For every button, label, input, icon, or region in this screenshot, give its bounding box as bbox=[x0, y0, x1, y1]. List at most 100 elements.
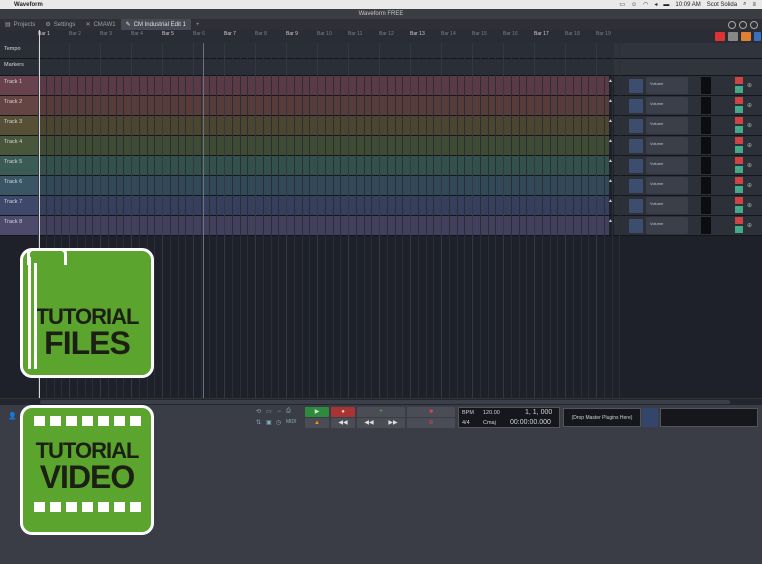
solo-button[interactable] bbox=[735, 186, 743, 193]
output-icon[interactable]: ⊕ bbox=[747, 182, 752, 189]
track-name[interactable]: Track 5 bbox=[4, 159, 22, 165]
solo-button[interactable] bbox=[735, 106, 743, 113]
output-icon[interactable]: ⊕ bbox=[747, 102, 752, 109]
output-icon[interactable]: ⊕ bbox=[747, 162, 752, 169]
bpm-value[interactable]: 120.00 bbox=[483, 410, 500, 416]
track-name[interactable]: Track 4 bbox=[4, 139, 22, 145]
spotlight-icon[interactable]: ⌕ bbox=[743, 1, 746, 8]
settings-circle-icon[interactable] bbox=[750, 20, 758, 29]
add-tab-button[interactable]: + bbox=[191, 19, 205, 30]
mute-button[interactable] bbox=[735, 197, 743, 204]
help-icon[interactable] bbox=[728, 20, 736, 29]
mute-button[interactable] bbox=[735, 77, 743, 84]
user-icon[interactable]: ☺ bbox=[631, 2, 637, 8]
track-input-plugin[interactable] bbox=[629, 199, 643, 213]
track-name[interactable]: Track 3 bbox=[4, 119, 22, 125]
volume-icon[interactable]: ◂ bbox=[654, 1, 657, 8]
rewind-button[interactable]: ◀◀ bbox=[357, 418, 381, 428]
add-marker-button[interactable]: + bbox=[357, 407, 405, 417]
track-input-plugin[interactable] bbox=[629, 219, 643, 233]
track-row[interactable]: Track 8 ▲ Volume ⊕ bbox=[0, 216, 762, 236]
close-icon[interactable]: ✕ bbox=[85, 21, 90, 28]
stop-button[interactable]: ■ bbox=[407, 407, 455, 417]
output-icon[interactable]: ⊕ bbox=[747, 122, 752, 129]
lock-icon[interactable]: ▣ bbox=[266, 419, 272, 426]
mute-button[interactable] bbox=[735, 217, 743, 224]
solo-button[interactable] bbox=[735, 206, 743, 213]
global-row-markers[interactable]: Markers bbox=[0, 59, 762, 76]
clock-icon[interactable]: ◷ bbox=[276, 419, 281, 426]
arrow-icon[interactable]: → bbox=[276, 408, 282, 414]
solo-button[interactable] bbox=[735, 86, 743, 93]
key-value[interactable]: Cmaj bbox=[483, 420, 496, 426]
print-icon[interactable]: ⎙ bbox=[286, 408, 291, 415]
tab-settings[interactable]: ⚙ Settings bbox=[40, 19, 80, 30]
tab-projects[interactable]: ▤ Projects bbox=[0, 19, 40, 30]
global-row-tempo[interactable]: Tempo bbox=[0, 43, 762, 59]
clock[interactable]: 10:09 AM bbox=[675, 2, 700, 8]
track-input-plugin[interactable] bbox=[629, 119, 643, 133]
track-name[interactable]: Track 6 bbox=[4, 179, 22, 185]
track-input-plugin[interactable] bbox=[629, 139, 643, 153]
menu-list-icon[interactable]: ≡ bbox=[752, 2, 756, 8]
wifi-icon[interactable]: ◠ bbox=[643, 1, 648, 8]
mixer-toggle-button[interactable] bbox=[728, 32, 738, 41]
output-icon[interactable]: ⊕ bbox=[747, 142, 752, 149]
track-row[interactable]: Track 2 ▲ Volume ⊕ bbox=[0, 96, 762, 116]
user-name[interactable]: Scot Solida bbox=[707, 2, 737, 8]
solo-button[interactable] bbox=[735, 126, 743, 133]
track-row[interactable]: Track 5 ▲ Volume ⊕ bbox=[0, 156, 762, 176]
play-button[interactable]: ▶ bbox=[305, 407, 329, 417]
track-input-plugin[interactable] bbox=[629, 179, 643, 193]
tab-cmaw1[interactable]: ✕ CMAW1 bbox=[80, 19, 120, 30]
tab-edit[interactable]: ✎ CM Industrial Edit 1 bbox=[120, 19, 191, 30]
mute-button[interactable] bbox=[735, 177, 743, 184]
track-row[interactable]: Track 1 ▲ Volume ⊕ bbox=[0, 76, 762, 96]
record-button[interactable]: ● bbox=[331, 407, 355, 417]
solo-button[interactable] bbox=[735, 166, 743, 173]
track-row[interactable]: Track 4 ▲ Volume ⊕ bbox=[0, 136, 762, 156]
user-icon[interactable]: 👤 bbox=[8, 412, 17, 420]
fast-forward-button[interactable]: ▶▶ bbox=[381, 418, 405, 428]
mute-button[interactable] bbox=[735, 137, 743, 144]
scroll-thumb[interactable] bbox=[40, 400, 730, 404]
solo-button[interactable] bbox=[735, 226, 743, 233]
track-input-plugin[interactable] bbox=[629, 79, 643, 93]
loop-marker[interactable] bbox=[203, 43, 204, 405]
battery-icon[interactable]: ▬ bbox=[663, 2, 669, 8]
master-plugins-dropzone[interactable]: (Drop Master Plugins Here) bbox=[563, 408, 641, 427]
view-toggle-button[interactable] bbox=[754, 32, 761, 41]
transport-display[interactable]: BPM 120.00 1, 1, 000 4/4 Cmaj 00:00:00.0… bbox=[458, 407, 560, 428]
track-row[interactable]: Track 7 ▲ Volume ⊕ bbox=[0, 196, 762, 216]
add-track-button[interactable] bbox=[715, 32, 725, 41]
output-icon[interactable]: ⊕ bbox=[747, 222, 752, 229]
solo-button[interactable] bbox=[735, 146, 743, 153]
output-icon[interactable]: ⊕ bbox=[747, 82, 752, 89]
mute-button[interactable] bbox=[735, 97, 743, 104]
track-name[interactable]: Track 8 bbox=[4, 219, 22, 225]
punch-button[interactable]: ⊘ bbox=[407, 418, 455, 428]
timeline-ruler[interactable]: Bar 1 Bar 2 Bar 3 Bar 4 Bar 5 Bar 6 Bar 7 Bar 8… bbox=[0, 30, 614, 44]
app-menu[interactable]: Waveform bbox=[14, 2, 43, 8]
track-name[interactable]: Track 1 bbox=[4, 79, 22, 85]
power-icon[interactable] bbox=[739, 20, 747, 29]
mute-button[interactable] bbox=[735, 117, 743, 124]
track-row[interactable]: Track 6 ▲ Volume ⊕ bbox=[0, 176, 762, 196]
track-name[interactable]: Track 7 bbox=[4, 199, 22, 205]
output-icon[interactable]: ⊕ bbox=[747, 202, 752, 209]
track-input-plugin[interactable] bbox=[629, 99, 643, 113]
tutorial-video-badge[interactable]: TUTORIAL VIDEO bbox=[20, 405, 154, 535]
metronome-button[interactable]: ▲ bbox=[305, 418, 329, 428]
track-input-plugin[interactable] bbox=[629, 159, 643, 173]
track-name[interactable]: Track 2 bbox=[4, 99, 22, 105]
midi-icon[interactable]: MIDI bbox=[286, 419, 297, 425]
mute-button[interactable] bbox=[735, 157, 743, 164]
plugin-browser-button[interactable] bbox=[741, 32, 751, 41]
time-signature[interactable]: 4/4 bbox=[462, 420, 470, 426]
track-row[interactable]: Track 3 ▲ Volume ⊕ bbox=[0, 116, 762, 136]
punch-icon[interactable]: ⇅ bbox=[256, 419, 261, 426]
snap-icon[interactable]: ▭ bbox=[266, 408, 272, 415]
tutorial-files-badge[interactable]: TUTORIAL FILES bbox=[20, 248, 154, 378]
rewind-start-button[interactable]: ◀◀ bbox=[331, 418, 355, 428]
window-icon[interactable]: ▭ bbox=[619, 1, 625, 8]
